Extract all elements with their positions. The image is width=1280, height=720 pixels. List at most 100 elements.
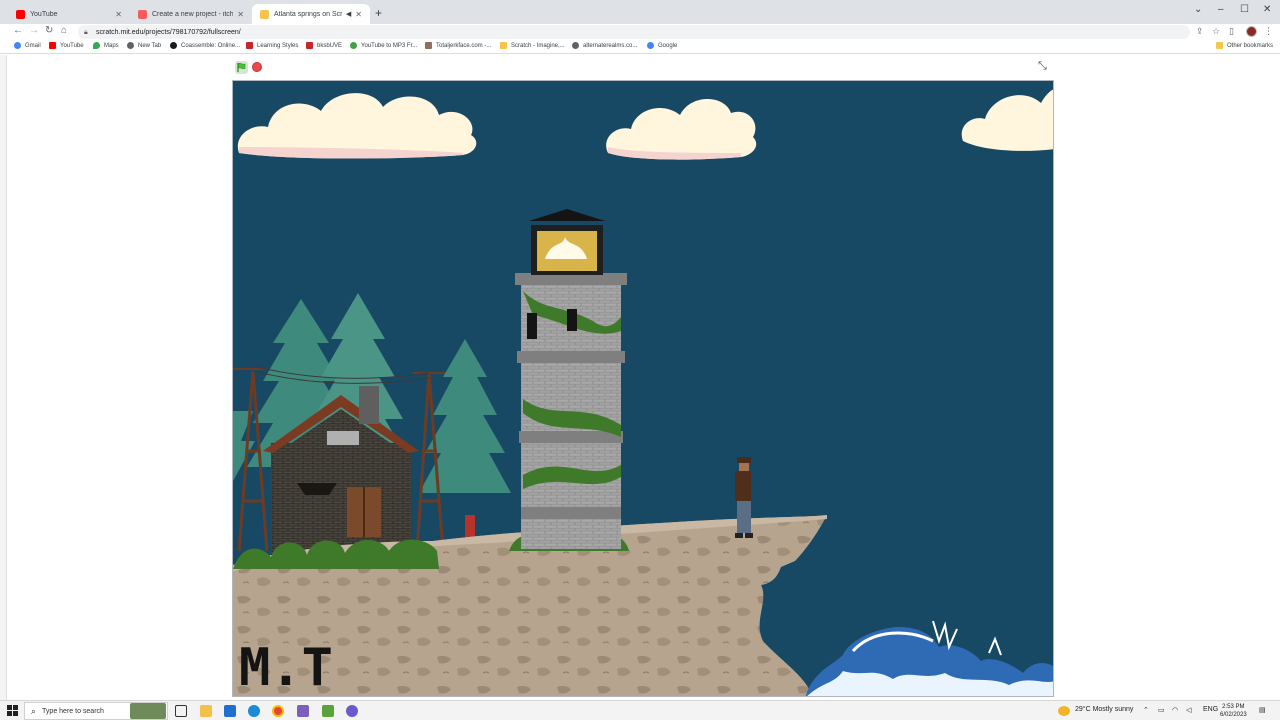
bookmark-label: Maps — [104, 42, 119, 49]
bookmark-youtube-mp3[interactable]: YouTube to MP3 Fr... — [350, 42, 417, 49]
tab-bar: YouTube ✕ Create a new project - itch.io… — [0, 0, 1280, 24]
bookmark-new-tab[interactable]: New Tab — [127, 42, 161, 49]
refresh-icon — [350, 42, 357, 49]
scratch-icon — [500, 42, 507, 49]
weather-text[interactable]: 29°C Mostly sunny — [1075, 706, 1133, 713]
close-icon[interactable]: ✕ — [237, 10, 244, 19]
reload-icon[interactable]: ↻ — [45, 25, 53, 36]
green-flag-button[interactable] — [235, 61, 248, 74]
cloud-middle — [606, 99, 757, 160]
search-placeholder: Type here to search — [42, 707, 104, 715]
profile-avatar[interactable] — [1246, 26, 1257, 37]
lock-icon: 🔒︎ — [84, 28, 88, 36]
bookmark-label: bksbUVE — [317, 42, 343, 49]
player-character — [735, 457, 753, 538]
lighthouse — [515, 209, 627, 549]
scene-canvas: M.T — [233, 89, 1053, 696]
tab-title: YouTube — [30, 10, 58, 18]
minecraft-icon[interactable] — [322, 705, 334, 717]
tab-youtube[interactable]: YouTube ✕ — [8, 4, 130, 24]
network-icon[interactable]: ▭ — [1158, 706, 1165, 714]
bookmark-label: YouTube — [60, 42, 84, 49]
youtube-icon — [16, 9, 25, 19]
task-view-icon[interactable] — [175, 705, 187, 717]
bookmark-alternaterealms[interactable]: alternaterealms.co... — [572, 42, 637, 49]
youtube-icon — [49, 42, 56, 49]
chevron-up-icon[interactable]: ⌃ — [1143, 706, 1149, 714]
bookmark-label: YouTube to MP3 Fr... — [361, 42, 418, 49]
bookmark-totaljerkface[interactable]: Totaljerkface.com -... — [425, 42, 491, 49]
site-icon — [425, 42, 432, 49]
bookmark-maps[interactable]: Maps — [93, 42, 119, 49]
chevron-down-icon[interactable]: ⌄ — [1194, 4, 1202, 15]
mail-icon[interactable] — [224, 705, 236, 717]
new-tab-icon[interactable]: + — [375, 6, 382, 20]
bookmark-label: New Tab — [138, 42, 162, 49]
url-text: scratch.mit.edu/projects/798170792/fulls… — [96, 28, 241, 36]
bookmark-label: Totaljerkface.com -... — [436, 42, 492, 49]
globe-icon — [127, 42, 134, 49]
back-arrow-icon[interactable]: ← — [13, 25, 23, 36]
bookmark-scratch[interactable]: Scratch - Imagine,... — [500, 42, 565, 49]
side-panel-icon[interactable]: ▯ — [1229, 26, 1234, 37]
bookmark-label: Scratch - Imagine,... — [511, 42, 565, 49]
wifi-icon[interactable]: ◠ — [1172, 706, 1178, 714]
google-icon — [647, 42, 654, 49]
share-icon[interactable]: ⇪ — [1196, 26, 1204, 37]
maximize-icon[interactable]: ☐ — [1240, 4, 1249, 15]
minimize-icon[interactable]: – — [1218, 4, 1224, 15]
tab-title: Create a new project - itch.io — [152, 10, 234, 18]
file-explorer-icon[interactable] — [200, 705, 212, 717]
cloud-right — [961, 89, 1053, 151]
browser-toolbar: ← → ↻ ⌂ 🔒︎ scratch.mit.edu/projects/7981… — [0, 24, 1280, 40]
maps-pin-icon — [93, 42, 100, 49]
other-bookmarks[interactable]: Other bookmarks — [1216, 42, 1273, 49]
close-icon[interactable]: ✕ — [115, 10, 122, 19]
address-bar[interactable]: 🔒︎ scratch.mit.edu/projects/798170792/fu… — [78, 25, 1190, 39]
bookmark-star-icon[interactable]: ☆ — [1212, 26, 1220, 37]
bookmark-label: Learning Styles — [257, 42, 299, 49]
clock-date: 6/02/2023 — [1220, 712, 1247, 718]
tab-scratch[interactable]: Atlanta springs on Scratch ◀ ✕ — [252, 4, 370, 24]
app-icon[interactable] — [346, 705, 358, 717]
grid-icon — [306, 42, 313, 49]
volume-icon[interactable]: ◁ — [1186, 706, 1191, 714]
bookmark-bksb[interactable]: bksbUVE — [306, 42, 342, 49]
windows-taskbar: ⌕ Type here to search 29°C Mostly sunny … — [0, 700, 1280, 720]
notifications-icon[interactable]: ▤ — [1259, 706, 1266, 714]
language-indicator[interactable]: ENG — [1203, 706, 1218, 713]
bookmark-label: Coassemble: Online... — [181, 42, 241, 49]
search-highlight-image — [130, 703, 166, 719]
speaker-icon[interactable]: ◀ — [346, 10, 351, 18]
bookmark-label: Google — [658, 42, 678, 49]
taskbar-clock[interactable]: 2:53 PM 6/02/2023 — [1220, 703, 1247, 719]
left-edge-strip — [0, 55, 7, 700]
menu-dots-icon[interactable]: ⋮ — [1264, 26, 1273, 37]
app-icon[interactable] — [297, 705, 309, 717]
green-flag-icon — [237, 62, 246, 72]
coassemble-icon — [170, 42, 177, 49]
bookmark-google[interactable]: Google — [647, 42, 677, 49]
folder-icon — [1216, 42, 1223, 49]
home-icon[interactable]: ⌂ — [61, 25, 67, 36]
scratch-icon — [260, 9, 269, 19]
ocean-wave — [805, 620, 1053, 696]
bookmark-gmail[interactable]: Gmail — [14, 42, 41, 49]
bookmark-youtube[interactable]: YouTube — [49, 42, 84, 49]
stop-button[interactable] — [252, 62, 262, 72]
grid-icon — [246, 42, 253, 49]
windows-start-icon[interactable] — [7, 705, 18, 716]
weather-sun-icon — [1058, 706, 1070, 716]
close-icon[interactable]: ✕ — [355, 10, 362, 19]
forward-arrow-icon[interactable]: → — [29, 25, 39, 36]
bookmark-learning-styles[interactable]: Learning Styles — [246, 42, 298, 49]
bookmark-coassemble[interactable]: Coassemble: Online... — [170, 42, 240, 49]
game-stage[interactable]: M.T — [232, 80, 1054, 697]
window-close-icon[interactable]: ✕ — [1263, 4, 1271, 15]
tab-itch[interactable]: Create a new project - itch.io ✕ — [130, 4, 252, 24]
globe-icon — [572, 42, 579, 49]
edge-icon[interactable] — [248, 705, 260, 717]
chrome-icon[interactable] — [272, 705, 284, 717]
exit-fullscreen-icon[interactable]: ⤡ — [1038, 60, 1047, 73]
bookmarks-bar: Gmail YouTube Maps New Tab Coassemble: O… — [0, 40, 1280, 54]
